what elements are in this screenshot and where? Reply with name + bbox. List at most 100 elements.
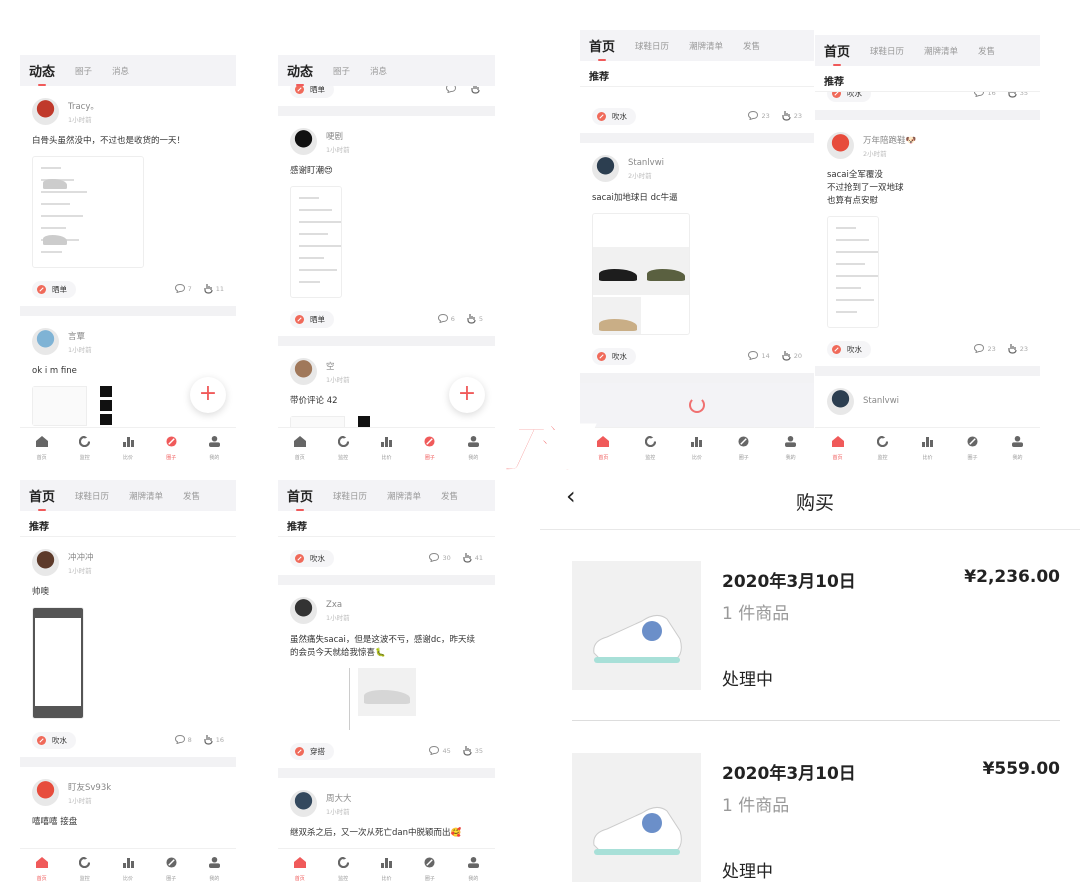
avatar[interactable] xyxy=(290,597,317,624)
tab-item[interactable]: 潮牌清单 xyxy=(387,490,421,502)
nav-item-3[interactable]: 圈子 xyxy=(720,428,767,465)
tab-item[interactable]: 圈子 xyxy=(333,65,350,77)
post-image[interactable] xyxy=(290,416,420,427)
post-fragment[interactable]: 吹水 16 35 xyxy=(815,92,1040,110)
author-name[interactable]: 周大大 xyxy=(326,792,352,804)
like-button[interactable] xyxy=(471,86,483,96)
author-name[interactable]: Stanlvwi xyxy=(628,158,664,168)
nav-item-3[interactable]: 圈子 xyxy=(150,428,193,465)
like-button[interactable]: 20 xyxy=(782,350,802,363)
nav-item-2[interactable]: 比价 xyxy=(106,428,149,465)
nav-item-1[interactable]: 监控 xyxy=(63,428,106,465)
like-button[interactable]: 41 xyxy=(463,552,483,565)
comment-button[interactable]: 30 xyxy=(429,552,451,564)
create-post-button[interactable]: + xyxy=(449,377,485,413)
author-name[interactable]: 冲冲冲 xyxy=(68,551,94,563)
nav-item-1[interactable]: 监控 xyxy=(860,428,905,465)
nav-item-0[interactable]: 首页 xyxy=(20,428,63,465)
like-button[interactable]: 5 xyxy=(467,313,483,326)
feed-post[interactable]: Zxa 1小时前 虽然痛失sacai，但是这波不亏，感谢dc，昨天续 的会员今天就给我… xyxy=(278,585,495,768)
like-button[interactable]: 23 xyxy=(1008,343,1028,356)
like-button[interactable]: 16 xyxy=(204,734,224,747)
feed-post[interactable]: 万年陪跑鞋🐶 2小时前 sacai全军覆没 不过抢到了一双地球 也算有点安慰 吹水 23 23 xyxy=(815,120,1040,366)
nav-item-3[interactable]: 圈子 xyxy=(150,849,193,886)
author-name[interactable]: Stanlvwi xyxy=(863,396,899,406)
order-row[interactable]: 2020年3月10日 ¥2,236.00 1 件商品 处理中 xyxy=(572,561,1060,691)
feed-list[interactable]: 冲冲冲 1小时前 帅噢 吹水 8 16 盯友Sv93k 1小时前 嘻嘻嘻 接盘 xyxy=(20,537,236,848)
author-name[interactable]: Tracy。 xyxy=(68,100,99,112)
nav-item-1[interactable]: 监控 xyxy=(63,849,106,886)
nav-item-2[interactable]: 比价 xyxy=(106,849,149,886)
tab-item[interactable]: 首页 xyxy=(824,41,850,66)
nav-item-2[interactable]: 比价 xyxy=(674,428,721,465)
nav-item-2[interactable]: 比价 xyxy=(365,849,408,886)
comment-button[interactable]: 7 xyxy=(174,283,192,295)
post-fragment[interactable]: 吹水 23 23 xyxy=(580,99,814,133)
post-author[interactable]: 冲冲冲 1小时前 xyxy=(32,549,224,576)
avatar[interactable] xyxy=(32,549,59,576)
tab-item[interactable]: 球鞋日历 xyxy=(635,40,669,52)
nav-item-0[interactable]: 首页 xyxy=(20,849,63,886)
post-image[interactable] xyxy=(32,386,162,426)
author-name[interactable]: 哽剧 xyxy=(326,130,350,142)
feed-list[interactable]: Tracy。 1小时前 白骨头虽然没中，不过也是收货的一天！ 晒单 7 11 言覃 1小时前 o… xyxy=(20,86,236,427)
tab-item[interactable]: 发售 xyxy=(183,490,200,502)
topic-tag[interactable]: 晒单 xyxy=(290,310,334,328)
avatar[interactable] xyxy=(290,790,317,817)
feed-post[interactable]: 盯友Sv93k 1小时前 嘻嘻嘻 接盘 xyxy=(20,767,236,845)
tab-item[interactable]: 首页 xyxy=(589,36,615,61)
comment-button[interactable]: 45 xyxy=(429,745,451,757)
post-author[interactable]: Stanlvwi 2小时前 xyxy=(592,155,802,182)
tab-item[interactable]: 潮牌清单 xyxy=(689,40,723,52)
feed-post[interactable]: Tracy。 1小时前 白骨头虽然没中，不过也是收货的一天！ 晒单 7 11 xyxy=(20,86,236,306)
tab-item[interactable]: 球鞋日历 xyxy=(75,490,109,502)
post-author[interactable]: 万年陪跑鞋🐶 2小时前 xyxy=(827,132,1028,159)
order-row[interactable]: 2020年3月10日 ¥559.00 1 件商品 处理中 xyxy=(572,753,1060,883)
nav-item-4[interactable]: 我的 xyxy=(452,849,495,886)
tab-item[interactable]: 球鞋日历 xyxy=(870,45,904,57)
like-button[interactable]: 35 xyxy=(1008,92,1028,100)
post-fragment[interactable]: 吹水 30 41 xyxy=(278,541,495,575)
nav-item-1[interactable]: 监控 xyxy=(627,428,674,465)
post-author[interactable]: Stanlvwi xyxy=(827,388,1028,415)
topic-tag[interactable]: 吹水 xyxy=(827,92,871,102)
feed-list[interactable]: 晒单 哽剧 1小时前 感谢盯潮😍 晒单 6 5 空 1小时前 带价评论 42 xyxy=(278,86,495,427)
comment-button[interactable] xyxy=(445,86,459,95)
comment-button[interactable]: 23 xyxy=(748,110,770,122)
avatar[interactable] xyxy=(592,155,619,182)
post-image[interactable] xyxy=(290,668,425,730)
topic-tag[interactable]: 晒单 xyxy=(290,86,334,98)
nav-item-4[interactable]: 我的 xyxy=(193,849,236,886)
topic-tag[interactable]: 吹水 xyxy=(290,549,334,567)
feed-list[interactable]: 吹水 16 35 万年陪跑鞋🐶 2小时前 sacai全军覆没 不过抢到了一双地球 也算有点安慰… xyxy=(815,92,1040,427)
feed-list[interactable]: 吹水 30 41 Zxa 1小时前 虽然痛失sacai，但是这波不亏，感谢dc，昨天续 的会… xyxy=(278,537,495,848)
like-button[interactable]: 23 xyxy=(782,110,802,123)
nav-item-2[interactable]: 比价 xyxy=(905,428,950,465)
nav-item-4[interactable]: 我的 xyxy=(995,428,1040,465)
topic-tag[interactable]: 晒单 xyxy=(32,280,76,298)
author-name[interactable]: 万年陪跑鞋🐶 xyxy=(863,134,916,146)
nav-item-1[interactable]: 监控 xyxy=(321,849,364,886)
feed-post[interactable]: 周大大 1小时前 继双杀之后，又一次从死亡dan中脱颖而出🥰 xyxy=(278,778,495,848)
comment-button[interactable]: 23 xyxy=(974,343,996,355)
nav-item-4[interactable]: 我的 xyxy=(193,428,236,465)
tab-item[interactable]: 消息 xyxy=(370,65,387,77)
topic-tag[interactable]: 吹水 xyxy=(32,731,76,749)
tab-item[interactable]: 发售 xyxy=(743,40,760,52)
avatar[interactable] xyxy=(32,98,59,125)
tab-item[interactable]: 发售 xyxy=(441,490,458,502)
author-name[interactable]: 盯友Sv93k xyxy=(68,781,111,793)
avatar[interactable] xyxy=(827,132,854,159)
post-image[interactable] xyxy=(827,216,879,328)
feed-post[interactable]: Stanlvwi xyxy=(815,376,1040,423)
nav-item-2[interactable]: 比价 xyxy=(365,428,408,465)
tab-item[interactable]: 潮牌清单 xyxy=(129,490,163,502)
nav-item-4[interactable]: 我的 xyxy=(767,428,814,465)
comment-button[interactable]: 16 xyxy=(974,92,996,99)
tab-item[interactable]: 动态 xyxy=(29,61,55,86)
tab-item[interactable]: 首页 xyxy=(287,486,313,511)
avatar[interactable] xyxy=(827,388,854,415)
topic-tag[interactable]: 吹水 xyxy=(592,107,636,125)
tab-item[interactable]: 消息 xyxy=(112,65,129,77)
post-author[interactable]: 哽剧 1小时前 xyxy=(290,128,483,155)
